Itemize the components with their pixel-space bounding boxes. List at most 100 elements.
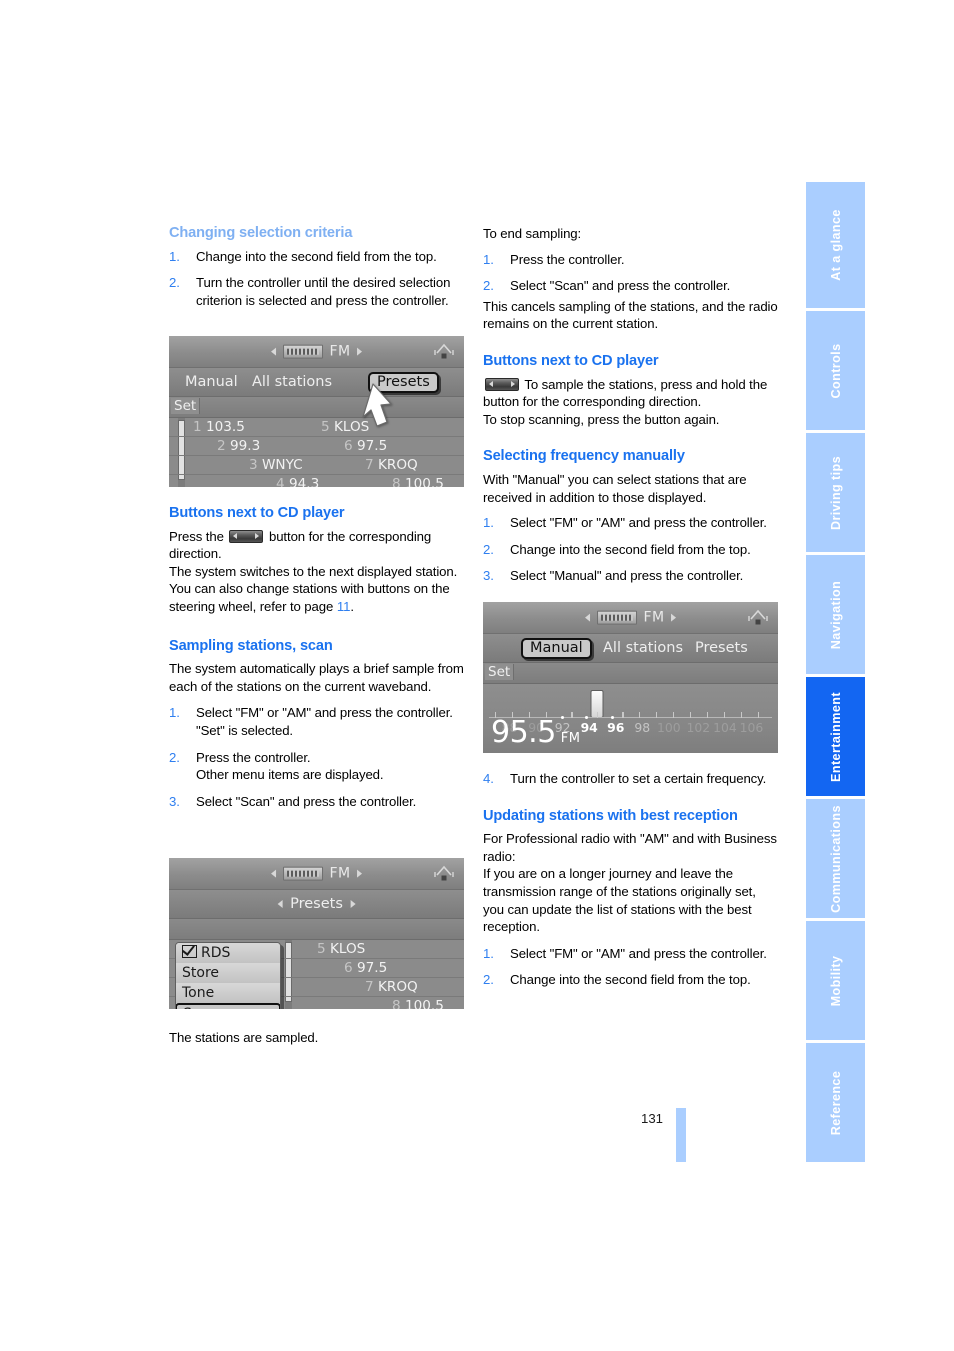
end-sampling-intro: To end sampling:	[483, 226, 582, 241]
cursor-arrow-icon	[362, 383, 392, 427]
list-item: 1. Select "FM" or "AM" and press the con…	[483, 945, 779, 963]
sidebar-item-controls[interactable]: Controls	[806, 311, 865, 430]
cd-skip-button-icon	[485, 377, 519, 391]
presets-nav-label: Presets	[290, 896, 343, 912]
list-item: 1. Press the controller.	[483, 251, 779, 269]
band-label: FM	[329, 865, 351, 882]
heading-buttons-next-to-cd-player-left: Buttons next to CD player	[169, 505, 345, 521]
step-text: Turn the controller to set a certain fre…	[510, 771, 767, 786]
step-text: Select "Scan" and press the controller.	[510, 278, 731, 294]
preset-entry[interactable]: 3 WNYC	[249, 457, 303, 473]
freq-tick-104: 104	[713, 720, 737, 735]
left-text-column-part2: Buttons next to CD player Press the butt…	[169, 505, 465, 810]
step-number: 1.	[483, 945, 494, 961]
tuner-icon	[282, 866, 323, 881]
sidebar-item-entertainment[interactable]: Entertainment	[806, 677, 865, 796]
preset-entry[interactable]: 8 100.5	[392, 998, 444, 1009]
band-selector: FM	[270, 343, 363, 360]
preset-entry[interactable]: 2 99.3	[217, 438, 260, 454]
presets-nav[interactable]: Presets	[277, 896, 356, 912]
table-row: 4 94.3 8 100.5	[169, 475, 464, 487]
heading-updating-stations-best-reception: Updating stations with best reception	[483, 807, 738, 824]
arrow-left-icon	[270, 347, 276, 356]
freq-tick-106: 106	[739, 720, 764, 735]
tab-label: Reference	[828, 1070, 843, 1135]
page-reference-link[interactable]: 11	[337, 599, 351, 614]
figure1-preset-list: 1 103.5 5 KLOS 2 99.3 6 97.5 3 WNYC 7 KR…	[169, 418, 464, 487]
heading-buttons-next-to-cd-player-right: Buttons next to CD player	[483, 352, 659, 369]
current-frequency-band: FM	[560, 731, 581, 746]
sidebar-item-communications[interactable]: Communications	[806, 799, 865, 918]
set-label[interactable]: Set	[485, 664, 515, 680]
step-number: 2.	[483, 972, 494, 988]
criterion-all-stations[interactable]: All stations	[603, 640, 683, 656]
criterion-presets[interactable]: Presets	[695, 640, 748, 656]
preset-entry[interactable]: 1 103.5	[193, 419, 245, 435]
table-row: 2 99.3 6 97.5	[169, 437, 464, 456]
home-icon	[434, 343, 454, 359]
home-icon	[434, 865, 454, 881]
set-label[interactable]: Set	[171, 398, 201, 414]
tab-label: At a glance	[828, 209, 843, 281]
preset-entry[interactable]: 5 KLOS	[317, 941, 365, 957]
preset-entry[interactable]: 7 KROQ	[365, 457, 418, 473]
step-text: Select "FM" or "AM" and press the contro…	[196, 705, 453, 721]
period: .	[350, 598, 354, 614]
menu-item-store[interactable]: Store	[176, 963, 280, 983]
menu-item-tone[interactable]: Tone	[176, 983, 280, 1003]
sidebar-item-reference[interactable]: Reference	[806, 1043, 865, 1162]
section-tabs: At a glance Controls Driving tips Naviga…	[806, 182, 865, 1165]
step-number: 2.	[169, 275, 180, 291]
current-frequency-value: 95.5	[491, 715, 556, 750]
criterion-all-stations[interactable]: All stations	[252, 374, 332, 390]
step-text: Change into the second field from the to…	[196, 248, 437, 264]
figure2-nav-bar: Presets	[169, 890, 464, 919]
page-marker-bar	[676, 1108, 686, 1162]
sidebar-item-mobility[interactable]: Mobility	[806, 921, 865, 1040]
band-selector: FM	[270, 865, 363, 882]
menu-item-rds[interactable]: RDS	[176, 943, 280, 963]
criterion-manual[interactable]: Manual	[185, 374, 238, 390]
step-text: Change into the second field from the to…	[510, 541, 751, 557]
freq-tick-102: 102	[686, 720, 711, 735]
manual-intro: With "Manual" you can select stations th…	[483, 471, 747, 505]
steering-wheel-note: You can also change stations with button…	[169, 580, 465, 615]
steps-manual: 1. Select "FM" or "AM" and press the con…	[483, 514, 779, 585]
band-label: FM	[329, 343, 351, 360]
preset-entry[interactable]: 8 100.5	[392, 476, 444, 487]
arrow-right-icon	[357, 347, 363, 356]
sidebar-item-driving-tips[interactable]: Driving tips	[806, 433, 865, 552]
step-number: 1.	[483, 251, 494, 267]
list-item: 1. Select "FM" or "AM" and press the con…	[169, 704, 465, 739]
criterion-manual-selected[interactable]: Manual	[521, 637, 592, 659]
list-item: 4. Turn the controller to set a certain …	[483, 770, 779, 788]
menu-item-scan[interactable]: Scan	[176, 1003, 280, 1009]
step-number: 1.	[169, 248, 180, 264]
tab-label: Entertainment	[828, 691, 843, 782]
step-manual-4: 4. Turn the controller to set a certain …	[483, 770, 779, 788]
left-text-column: Changing selection criteria 1. Change in…	[169, 225, 465, 309]
preset-entry[interactable]: 6 97.5	[344, 438, 387, 454]
preset-entry[interactable]: 4 94.3	[276, 476, 319, 487]
step-text: Turn the controller until the desired se…	[196, 275, 451, 308]
step-text: Press the controller.	[196, 749, 311, 765]
step-text: Select "FM" or "AM" and press the contro…	[510, 515, 767, 531]
sample-hold-text: To sample the stations, press and hold t…	[483, 376, 768, 410]
freq-tick-98: 98	[634, 720, 651, 735]
arrow-left-icon	[270, 869, 276, 878]
freq-tick-96: 96	[607, 720, 625, 735]
step-number: 2.	[169, 749, 180, 765]
preset-entry[interactable]: 6 97.5	[344, 960, 387, 976]
freq-tick-100: 100	[657, 720, 681, 735]
cd-button-result: The system switches to the next displaye…	[169, 563, 458, 579]
heading-sampling-stations-scan: Sampling stations, scan	[169, 637, 333, 654]
figure1-header-bar: FM	[169, 336, 464, 368]
arrow-right-icon	[357, 869, 363, 878]
frequency-scale[interactable]: 88 90 92 94 96 98 100 102 104 106 95.5 FM	[483, 684, 778, 753]
scan-dropdown-menu[interactable]: RDS Store Tone Scan	[175, 942, 281, 1009]
sidebar-item-navigation[interactable]: Navigation	[806, 555, 865, 674]
list-item: 1. Select "FM" or "AM" and press the con…	[483, 514, 779, 532]
preset-entry[interactable]: 7 KROQ	[365, 979, 418, 995]
tab-label: Controls	[828, 343, 843, 398]
sidebar-item-at-a-glance[interactable]: At a glance	[806, 182, 865, 308]
